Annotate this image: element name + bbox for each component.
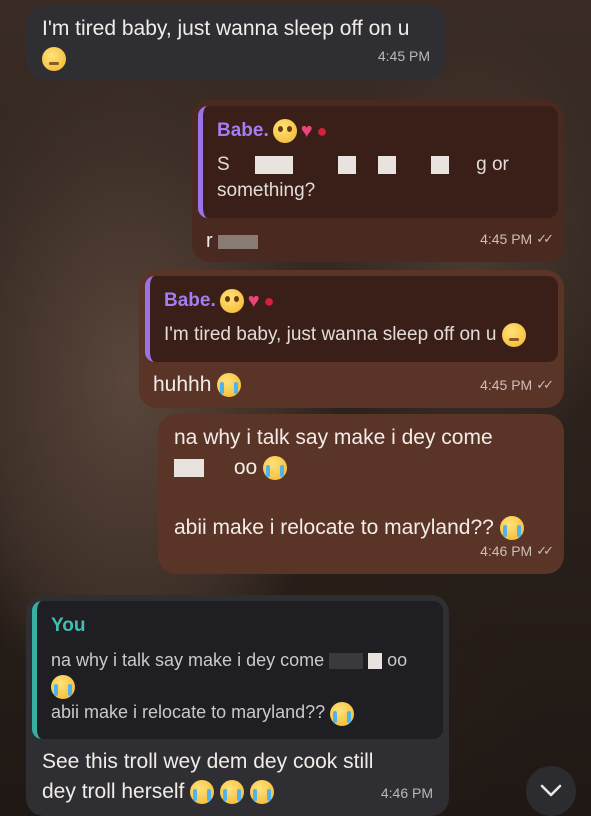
- pensive-emoji-icon: [501, 322, 526, 347]
- crying-face-emoji-icon: [249, 780, 274, 805]
- kiss-mark-emoji-icon: ●: [263, 291, 275, 311]
- redaction: [174, 459, 204, 478]
- message-incoming-2[interactable]: You na why i talk say make i dey come oo…: [26, 595, 449, 816]
- redaction: [218, 234, 259, 249]
- crying-face-emoji-icon: [51, 675, 75, 700]
- crying-face-emoji-icon: [263, 456, 288, 481]
- redaction: [329, 653, 364, 670]
- message-text: r: [206, 226, 259, 256]
- heart-arrow-emoji-icon: ♥: [300, 120, 313, 142]
- quote-text: na why i talk say make i dey come oo abi…: [51, 647, 429, 726]
- message-time: 4:46 PM ✓✓: [480, 536, 554, 566]
- redaction: [377, 155, 396, 174]
- quoted-message[interactable]: Babe. ♥ ● S g or something?: [198, 106, 558, 218]
- quoted-message[interactable]: Babe. ♥ ● I'm tired baby, just wanna sle…: [145, 276, 558, 362]
- pleading-face-emoji-icon: [272, 119, 297, 143]
- pleading-face-emoji-icon: [219, 289, 244, 313]
- redaction: [338, 155, 357, 174]
- redaction: [430, 155, 449, 174]
- scroll-to-bottom-button[interactable]: [526, 766, 576, 816]
- redaction: [368, 653, 383, 670]
- message-time: 4:46 PM: [380, 785, 433, 801]
- message-text: I'm tired baby, just wanna sleep off on …: [42, 14, 430, 74]
- double-check-icon: ✓✓: [536, 543, 554, 558]
- crying-face-emoji-icon: [190, 780, 215, 805]
- double-check-icon: ✓✓: [536, 231, 554, 246]
- pensive-emoji-icon: [42, 47, 66, 72]
- quote-text: S g or something?: [217, 154, 509, 201]
- quoted-message[interactable]: You na why i talk say make i dey come oo…: [32, 601, 443, 739]
- message-outgoing-3[interactable]: na why i talk say make i dey come oo abi…: [158, 414, 564, 574]
- message-time: 4:45 PM ✓✓: [480, 224, 554, 254]
- crying-face-emoji-icon: [217, 373, 242, 398]
- message-text: See this troll wey dem dey cook still de…: [42, 750, 374, 805]
- message-incoming-1[interactable]: I'm tired baby, just wanna sleep off on …: [26, 5, 446, 79]
- quote-sender: Babe. ♥ ●: [217, 116, 544, 146]
- crying-face-emoji-icon: [220, 780, 245, 805]
- message-text: huhhh: [153, 370, 242, 400]
- message-outgoing-1[interactable]: Babe. ♥ ● S g or something? r 4:45 PM ✓✓: [192, 100, 564, 262]
- message-text: na why i talk say make i dey come oo abi…: [174, 423, 548, 543]
- kiss-mark-emoji-icon: ●: [316, 121, 328, 141]
- quote-text: I'm tired baby, just wanna sleep off on …: [164, 322, 544, 348]
- quote-sender: Babe. ♥ ●: [164, 286, 544, 316]
- message-outgoing-2[interactable]: Babe. ♥ ● I'm tired baby, just wanna sle…: [139, 270, 564, 408]
- double-check-icon: ✓✓: [536, 377, 554, 392]
- crying-face-emoji-icon: [330, 701, 355, 726]
- chevron-down-icon: [540, 784, 562, 797]
- message-time: 4:45 PM ✓✓: [480, 370, 554, 400]
- heart-arrow-emoji-icon: ♥: [247, 290, 260, 312]
- message-time: 4:45 PM: [377, 48, 430, 64]
- quote-sender: You: [51, 615, 86, 636]
- redaction: [254, 155, 293, 174]
